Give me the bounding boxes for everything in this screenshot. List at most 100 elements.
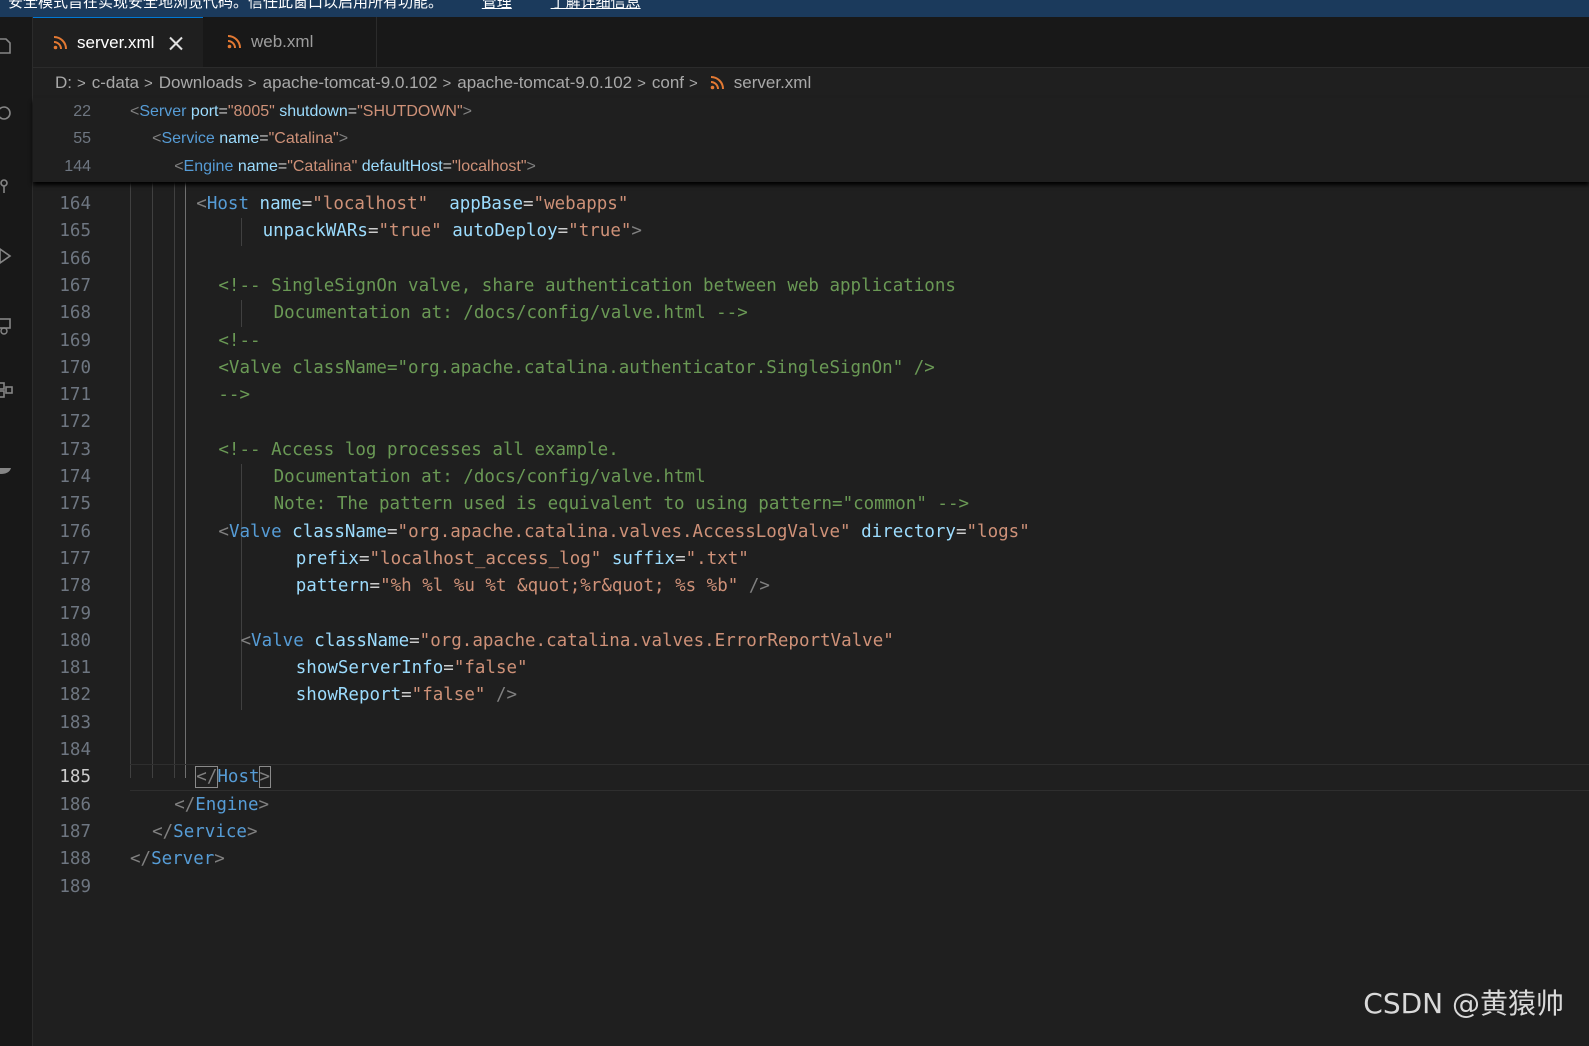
- chevron-right-icon: >: [442, 74, 452, 92]
- code-token: appBase: [449, 194, 523, 214]
- breadcrumb-item[interactable]: D:: [55, 73, 72, 93]
- code-line[interactable]: 22 <Server port="8005" shutdown="SHUTDOWN…: [33, 98, 1589, 125]
- banner-learn-more-link[interactable]: 了解详细信息: [551, 0, 641, 11]
- code-text: <Service name="Catalina">: [152, 125, 348, 152]
- code-line[interactable]: 188 </Server>: [33, 846, 1589, 873]
- code-line[interactable]: 184: [33, 737, 1589, 764]
- code-line[interactable]: 189: [33, 874, 1589, 901]
- code-token: >: [214, 849, 225, 870]
- docker-icon[interactable]: [0, 459, 14, 477]
- explorer-icon[interactable]: [0, 37, 14, 55]
- breadcrumb-item[interactable]: apache-tomcat-9.0.102: [263, 73, 438, 93]
- code-line[interactable]: 171 -->: [33, 382, 1589, 409]
- close-icon[interactable]: [168, 35, 184, 51]
- code-token: =: [387, 521, 398, 542]
- code-line[interactable]: 181 showServerInfo="false": [33, 655, 1589, 682]
- search-icon[interactable]: [0, 105, 14, 123]
- code-token: <!-- SingleSignOn valve, share authentic…: [218, 275, 956, 296]
- code-token: Server: [139, 103, 187, 120]
- tab-web-xml[interactable]: web.xml: [203, 17, 377, 67]
- code-line[interactable]: 180 <Valve className="org.apache.catalina…: [33, 628, 1589, 655]
- line-number: 174: [59, 467, 91, 487]
- line-number: 144: [64, 157, 91, 175]
- breadcrumb-item[interactable]: server.xml: [734, 73, 811, 93]
- breadcrumb-item[interactable]: c-data: [92, 73, 139, 93]
- tab-server-xml[interactable]: server.xml: [33, 17, 203, 67]
- code-line[interactable]: 165 unpackWARs="true" autoDeploy="true">: [33, 218, 1589, 245]
- code-line[interactable]: 176 <Valve className="org.apache.catalina…: [33, 519, 1589, 546]
- source-control-icon[interactable]: [0, 177, 14, 195]
- code-token: =: [409, 630, 420, 651]
- code-text: showServerInfo="false": [296, 655, 528, 682]
- code-line[interactable]: 177 prefix="localhost_access_log" suffix=…: [33, 546, 1589, 573]
- code-line[interactable]: 170 <Valve className="org.apache.catalina…: [33, 355, 1589, 382]
- code-text: pattern="%h %l %u %t &quot;%r&quot; %s %…: [296, 573, 770, 600]
- code-line[interactable]: 178 pattern="%h %l %u %t &quot;%r&quot; %…: [33, 573, 1589, 600]
- code-token: </: [152, 821, 174, 842]
- line-number: 187: [59, 821, 91, 842]
- code-line[interactable]: 186 </Engine>: [33, 792, 1589, 819]
- code-line[interactable]: 169 <!--: [33, 328, 1589, 355]
- code-line[interactable]: 55 <Service name="Catalina">: [33, 125, 1589, 152]
- code-token: port: [190, 103, 219, 120]
- code-line[interactable]: 166: [33, 246, 1589, 273]
- code-line[interactable]: 183: [33, 710, 1589, 737]
- remote-explorer-icon[interactable]: [0, 317, 14, 335]
- code-line[interactable]: 179: [33, 601, 1589, 628]
- run-debug-icon[interactable]: [0, 247, 14, 265]
- code-line[interactable]: 144 <Engine name="Catalina" defaultHost="…: [33, 153, 1589, 180]
- chevron-right-icon: >: [247, 74, 257, 92]
- restricted-mode-banner: 安全模式旨在实现安全地浏览代码。信任此窗口以启用所有功能。 管理 了解详细信息: [0, 0, 1589, 17]
- line-number: 171: [59, 385, 91, 406]
- chevron-right-icon: >: [77, 74, 86, 92]
- code-text: <Valve className="org.apache.catalina.va…: [218, 519, 1029, 546]
- extensions-icon[interactable]: [0, 381, 14, 399]
- code-line[interactable]: 173 <!-- Access log processes all example…: [33, 437, 1589, 464]
- breadcrumb-item[interactable]: Downloads: [159, 73, 243, 93]
- code-editor[interactable]: 164 <Host name="localhost" appBase="webap…: [33, 98, 1589, 1046]
- line-number: 183: [59, 712, 91, 733]
- line-number: 181: [59, 658, 91, 679]
- code-text: </Engine>: [174, 792, 269, 819]
- breadcrumb-item[interactable]: conf: [652, 73, 684, 93]
- breadcrumb-item[interactable]: apache-tomcat-9.0.102: [457, 73, 632, 93]
- code-token: showServerInfo: [295, 658, 444, 679]
- code-line[interactable]: 167 <!-- SingleSignOn valve, share authen…: [33, 273, 1589, 300]
- code-line[interactable]: 182 showReport="false" />: [33, 682, 1589, 709]
- code-token: autoDeploy: [452, 221, 558, 242]
- code-line[interactable]: 172: [33, 409, 1589, 436]
- code-line[interactable]: 175 Note: The pattern used is equivalent …: [33, 491, 1589, 518]
- rss-file-icon: [53, 35, 67, 50]
- line-number: 166: [59, 248, 91, 269]
- code-token: Valve: [251, 630, 304, 651]
- line-number: 175: [59, 494, 91, 515]
- code-token: pattern: [295, 576, 370, 597]
- code-token: >: [258, 794, 270, 815]
- breadcrumb: D: > c-data > Downloads > apache-tomcat-…: [55, 70, 811, 96]
- code-line[interactable]: 187 </Service>: [33, 819, 1589, 846]
- line-number: 173: [59, 439, 91, 460]
- code-token: "localhost_access_log": [369, 548, 602, 569]
- code-token: Note: The pattern used is equivalent to …: [273, 494, 970, 515]
- code-line[interactable]: 185 </Host>: [33, 764, 1589, 791]
- chevron-right-icon: >: [637, 74, 646, 92]
- code-token: <: [196, 194, 207, 214]
- sticky-scroll-header[interactable]: 22 <Server port="8005" shutdown="SHUTDOWN…: [33, 98, 1589, 182]
- code-token: "8005": [227, 103, 275, 120]
- banner-manage-link[interactable]: 管理: [482, 0, 512, 11]
- code-token: <: [240, 630, 252, 651]
- line-number: 185: [59, 767, 91, 788]
- code-line[interactable]: 164 <Host name="localhost" appBase="webap…: [33, 191, 1589, 218]
- line-number: 178: [59, 576, 91, 597]
- code-text: <Server port="8005" shutdown="SHUTDOWN">: [130, 98, 472, 125]
- chevron-right-icon: >: [144, 74, 153, 92]
- code-token: "org.apache.catalina.valves.AccessLogVal…: [397, 521, 851, 542]
- code-token: suffix: [611, 548, 676, 569]
- code-line[interactable]: 168 Documentation at: /docs/config/valve.…: [33, 300, 1589, 327]
- code-line[interactable]: 174 Documentation at: /docs/config/valve.…: [33, 464, 1589, 491]
- code-token: shutdown: [279, 103, 348, 120]
